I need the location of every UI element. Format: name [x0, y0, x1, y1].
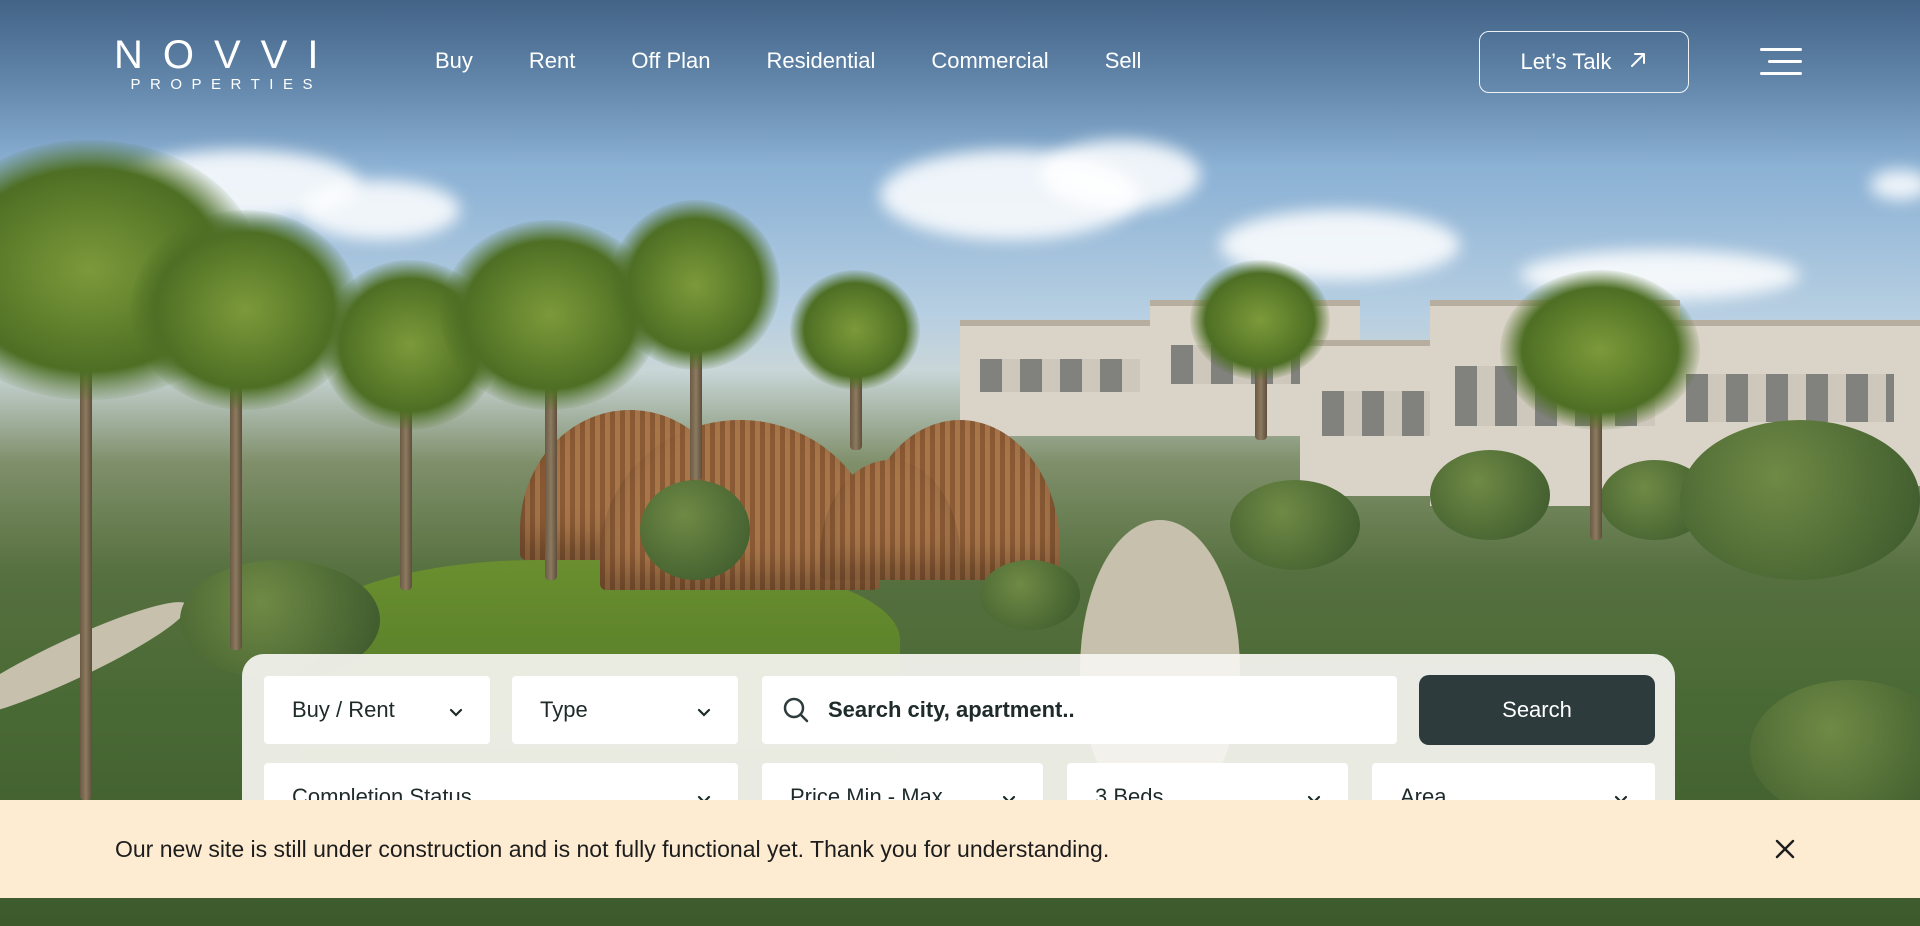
main-nav: Buy Rent Off Plan Residential Commercial… [435, 48, 1197, 74]
close-icon[interactable] [1771, 835, 1799, 863]
logo-tagline: PROPERTIES [130, 76, 322, 93]
nav-item-buy[interactable]: Buy [435, 48, 473, 74]
lets-talk-label: Let’s Talk [1520, 49, 1612, 74]
nav-item-commercial[interactable]: Commercial [931, 48, 1048, 74]
hamburger-menu-icon[interactable] [1760, 48, 1802, 78]
type-select-value: Type [540, 697, 588, 722]
search-button[interactable]: Search [1419, 675, 1655, 745]
nav-item-rent[interactable]: Rent [529, 48, 575, 74]
buy-rent-select-value: Buy / Rent [292, 697, 395, 722]
nav-item-off-plan[interactable]: Off Plan [631, 48, 710, 74]
chevron-down-icon [448, 700, 464, 726]
buy-rent-select[interactable]: Buy / Rent [264, 676, 490, 744]
logo[interactable]: NOVVI PROPERTIES [114, 33, 339, 94]
search-field[interactable] [762, 676, 1397, 744]
arrow-up-right-icon [1629, 49, 1647, 75]
search-input[interactable] [826, 696, 1350, 724]
lets-talk-button[interactable]: Let’s Talk [1479, 31, 1689, 93]
site-header: NOVVI PROPERTIES Buy Rent Off Plan Resid… [0, 0, 1920, 126]
nav-item-residential[interactable]: Residential [767, 48, 876, 74]
logo-wordmark: NOVVI [114, 33, 339, 77]
construction-notice-banner: Our new site is still under construction… [0, 800, 1920, 898]
nav-item-sell[interactable]: Sell [1105, 48, 1142, 74]
chevron-down-icon [696, 700, 712, 726]
notice-message: Our new site is still under construction… [115, 835, 1110, 862]
search-icon [782, 696, 810, 724]
type-select[interactable]: Type [512, 676, 738, 744]
